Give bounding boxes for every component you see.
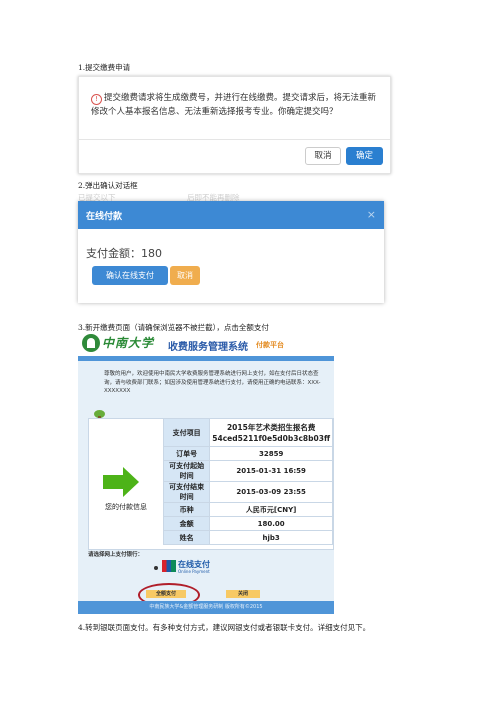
warning-icon: ! xyxy=(91,94,102,105)
dialog-title: 在线付款 xyxy=(86,212,123,222)
close-icon[interactable]: × xyxy=(367,208,376,221)
close-button[interactable]: 关闭 xyxy=(226,590,260,598)
dialog-header: 在线付款 × xyxy=(78,201,384,229)
payment-info-panel: 您的付款信息 支付项目 2015年艺术类招生报名费 54ced5211f0e5d0… xyxy=(88,418,334,550)
table-row: 可支付起始时间 2015-01-31 16:59 xyxy=(162,460,333,482)
cancel-payment-button[interactable]: 取消 xyxy=(170,266,200,285)
system-subtitle: 付款平台 xyxy=(256,341,284,349)
dialog-divider xyxy=(79,139,390,140)
university-name: 中南大学 xyxy=(102,336,155,350)
table-row: 订单号 32859 xyxy=(162,446,333,461)
bank-radio[interactable] xyxy=(154,566,158,570)
payment-page: 中南大学 收费服务管理系统 付款平台 尊敬的用户，欢迎使用中南民大学收费服务管理… xyxy=(78,330,334,614)
table-row: 姓名 hjb3 xyxy=(162,530,333,545)
system-name: 收费服务管理系统 xyxy=(168,342,248,353)
confirm-online-pay-button[interactable]: 确认在线支付 xyxy=(92,266,168,285)
page-footer: 中南民族大学&金额管理服务研制 版权所有©2015 xyxy=(78,601,334,614)
step-4-title: 4.转到银联页面支付。有多种支付方式，建议网银支付或者银联卡支付。详细支付见下。 xyxy=(78,623,371,632)
payment-amount: 支付金额：180 xyxy=(86,247,162,260)
unionpay-logo-icon xyxy=(162,560,176,572)
payment-details-table: 支付项目 2015年艺术类招生报名费 54ced5211f0e5d0b3c8b03… xyxy=(162,418,333,545)
bank-select-title: 请选择网上支付银行： xyxy=(88,552,144,558)
online-payment-dialog: 在线付款 × 支付金额：180 确认在线支付 取消 xyxy=(78,201,384,303)
university-logo-icon xyxy=(82,334,100,352)
dialog-message: ! 提交缴费请求将生成缴费号，并进行在线缴费。提交请求后，将无法重新修改个人基本报… xyxy=(91,93,377,117)
table-row: 可支付结束时间 2015-03-09 23:55 xyxy=(162,481,333,503)
payment-info-label: 您的付款信息 xyxy=(105,503,147,511)
confirm-submit-dialog: ! 提交缴费请求将生成缴费号，并进行在线缴费。提交请求后，将无法重新修改个人基本报… xyxy=(78,76,391,174)
confirm-button[interactable]: 确定 xyxy=(346,147,383,165)
welcome-text: 尊敬的用户，欢迎使用中南民大学收费服务管理系统进行网上支付，如在支付后日状态查询… xyxy=(88,370,326,424)
table-row: 支付项目 2015年艺术类招生报名费 54ced5211f0e5d0b3c8b03… xyxy=(162,418,333,447)
step-2-title: 2.弹出确认对话框 xyxy=(78,181,138,190)
cancel-button[interactable]: 取消 xyxy=(305,147,341,165)
table-row: 金额 180.00 xyxy=(162,516,333,531)
online-pay-en-label: Online Payment xyxy=(178,569,210,574)
step-1-title: 1.提交缴费申请 xyxy=(78,63,131,72)
table-row: 币种 人民币元[CNY] xyxy=(162,502,333,517)
